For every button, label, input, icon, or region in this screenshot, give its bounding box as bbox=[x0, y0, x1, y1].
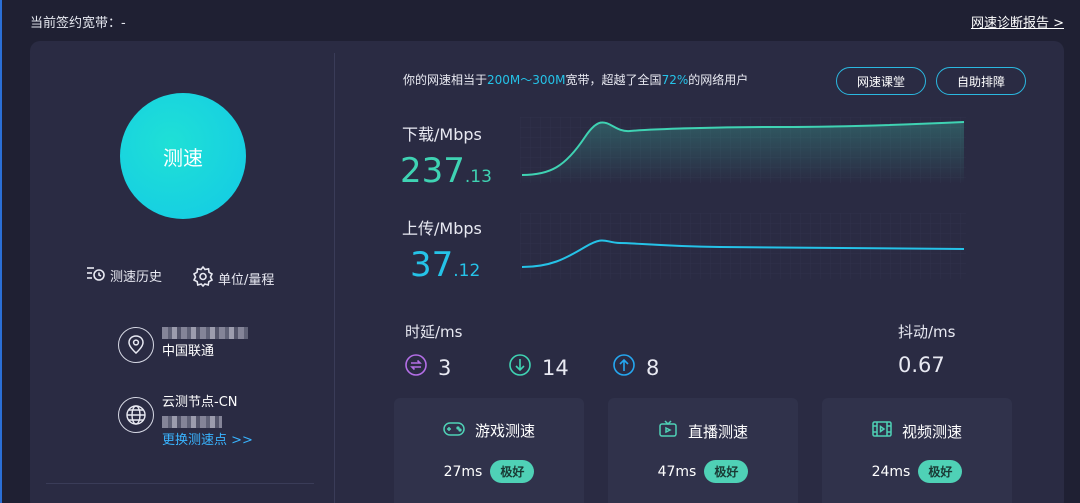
isp-name: 中国联通 bbox=[162, 344, 215, 359]
video-speedtest-title: 视频测速 bbox=[901, 422, 962, 441]
ping-value: 3 bbox=[438, 355, 452, 380]
download-value: 237.13 bbox=[400, 151, 492, 191]
video-latency: 24ms bbox=[871, 463, 911, 480]
isp-info: 中国联通 bbox=[118, 323, 248, 363]
globe-icon bbox=[118, 397, 154, 433]
speedtest-panel: 测速 测速历史 单位/量程 中国联通 云测节点-CN 更换测速点 >> 你的网速… bbox=[30, 41, 1064, 503]
arrow-down-icon bbox=[508, 353, 542, 382]
tv-icon bbox=[658, 420, 688, 442]
film-icon bbox=[872, 420, 902, 442]
broadband-label: 当前签约宽带：- bbox=[30, 16, 126, 31]
node-address-redacted bbox=[162, 416, 222, 428]
summary-prefix: 你的网速相当于 bbox=[403, 73, 488, 87]
video-status-badge: 极好 bbox=[918, 460, 963, 483]
jitter-label: 抖动/ms bbox=[898, 323, 956, 341]
diagnosis-report-link[interactable]: 网速诊断报告 > bbox=[971, 12, 1064, 31]
live-speedtest-card[interactable]: 直播测速 47ms 极好 bbox=[608, 398, 798, 503]
summary-suffix: 的网络用户 bbox=[688, 73, 749, 87]
gamepad-icon bbox=[443, 421, 475, 441]
download-value-int: 237 bbox=[400, 151, 465, 191]
download-speed-graph bbox=[520, 117, 966, 183]
arrow-up-icon bbox=[612, 353, 646, 382]
summary-range: 200M～300M bbox=[487, 73, 566, 87]
history-label: 测速历史 bbox=[110, 269, 163, 285]
summary-middle: 宽带，超越了全国 bbox=[565, 73, 662, 87]
latency-up: 8 bbox=[612, 353, 659, 382]
start-speedtest-label: 测速 bbox=[163, 145, 203, 170]
speed-summary: 你的网速相当于200M～300M宽带，超越了全国72%的网络用户 bbox=[403, 71, 748, 88]
start-speedtest-button[interactable]: 测速 bbox=[120, 93, 246, 219]
ping-icon bbox=[404, 353, 438, 382]
top-bar: 当前签约宽带：- 网速诊断报告 > bbox=[0, 0, 1080, 42]
unit-label: 单位/量程 bbox=[218, 272, 275, 288]
jitter-value: 0.67 bbox=[898, 353, 945, 377]
latency-ping: 3 bbox=[404, 353, 451, 382]
live-speedtest-title: 直播测速 bbox=[687, 422, 748, 441]
upload-value: 37.12 bbox=[410, 245, 480, 285]
latency-down: 14 bbox=[508, 353, 569, 382]
speedtest-history-button[interactable]: 测速历史 bbox=[86, 265, 162, 285]
gear-icon bbox=[192, 265, 218, 291]
video-speedtest-card[interactable]: 视频测速 24ms 极好 bbox=[822, 398, 1012, 503]
window-edge bbox=[0, 0, 2, 503]
game-latency: 27ms bbox=[443, 463, 483, 480]
game-speedtest-title: 游戏测速 bbox=[474, 422, 535, 440]
live-status-badge: 极好 bbox=[704, 460, 749, 483]
panel-divider bbox=[334, 53, 335, 503]
upload-speed-graph bbox=[520, 213, 966, 279]
node-name: 云测节点-CN bbox=[162, 395, 238, 410]
upload-value-int: 37 bbox=[410, 245, 454, 285]
latency-label: 时延/ms bbox=[405, 323, 463, 341]
unit-range-button[interactable]: 单位/量程 bbox=[192, 265, 274, 291]
node-info: 云测节点-CN 更换测速点 >> bbox=[118, 393, 253, 450]
game-speedtest-card[interactable]: 游戏测速 27ms 极好 bbox=[394, 398, 584, 503]
left-divider bbox=[46, 483, 314, 484]
upload-value-frac: .12 bbox=[453, 261, 481, 281]
self-troubleshoot-button[interactable]: 自助排障 bbox=[936, 67, 1026, 95]
upload-label: 上传/Mbps bbox=[402, 219, 482, 238]
summary-percent: 72% bbox=[661, 73, 689, 87]
speed-class-button[interactable]: 网速课堂 bbox=[836, 67, 926, 95]
game-status-badge: 极好 bbox=[490, 460, 535, 483]
location-pin-icon bbox=[118, 327, 154, 363]
download-label: 下载/Mbps bbox=[402, 125, 482, 144]
download-value-frac: .13 bbox=[464, 167, 492, 187]
history-icon bbox=[86, 265, 110, 285]
down-latency-value: 14 bbox=[542, 355, 569, 380]
ip-address-redacted bbox=[162, 327, 248, 339]
change-node-link[interactable]: 更换测速点 >> bbox=[162, 431, 253, 450]
up-latency-value: 8 bbox=[646, 355, 660, 380]
live-latency: 47ms bbox=[657, 463, 697, 480]
